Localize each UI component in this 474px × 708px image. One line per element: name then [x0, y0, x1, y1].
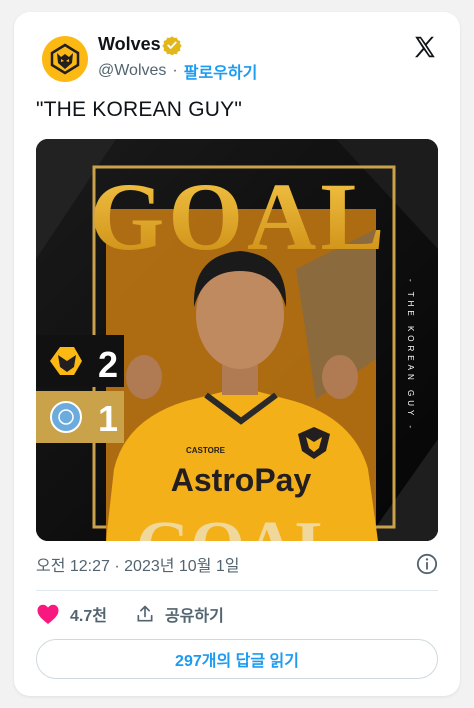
share-icon [137, 605, 153, 622]
author-handle[interactable]: @Wolves [98, 62, 166, 80]
tweet-media-image[interactable]: GOAL CASTORE AstroPay 2 1 - THE KOREAN G… [36, 139, 438, 541]
home-score: 2 [98, 344, 118, 385]
like-button[interactable]: 4.7천 [36, 602, 107, 626]
follow-button[interactable]: 팔로우하기 [184, 59, 258, 83]
sponsor-text: AstroPay [171, 462, 312, 498]
goal-headline-repeat: GOAL [136, 508, 342, 541]
x-logo-icon[interactable] [412, 34, 438, 60]
like-count: 4.7천 [70, 608, 107, 625]
heart-icon [37, 604, 59, 624]
tweet-meta: 오전 12:27 · 2023년 10월 1일 [36, 552, 438, 576]
separator: · [172, 62, 178, 79]
divider [36, 590, 438, 591]
share-label: 공유하기 [164, 608, 224, 625]
author-name[interactable]: Wolves [98, 34, 161, 55]
wolves-logo-icon[interactable] [42, 36, 88, 82]
away-score: 1 [98, 398, 118, 439]
info-icon[interactable] [416, 553, 438, 575]
timestamp[interactable]: 오전 12:27 · 2023년 10월 1일 [36, 552, 239, 576]
tweet-card: Wolves @Wolves · 팔로우하기 "THE KOREAN GUY" [14, 12, 460, 696]
share-button[interactable]: 공유하기 [135, 602, 224, 626]
kit-brand-text: CASTORE [186, 446, 226, 455]
read-replies-button[interactable]: 297개의 답글 읽기 [36, 639, 438, 679]
actions-bar: 4.7천 공유하기 [36, 602, 438, 626]
side-caption: - THE KOREAN GUY - [406, 279, 415, 432]
handle-row: @Wolves · 팔로우하기 [98, 59, 257, 83]
tweet-text: "THE KOREAN GUY" [36, 98, 242, 121]
city-crest-icon [50, 401, 82, 433]
verified-badge-icon [162, 36, 182, 55]
